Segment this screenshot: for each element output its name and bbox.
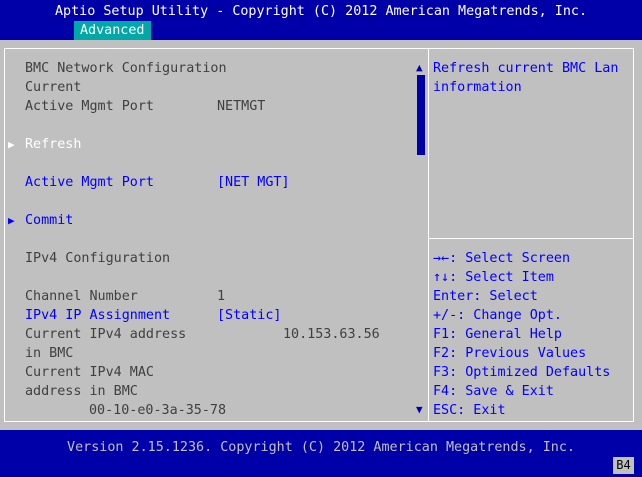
triangle-up-icon[interactable]: ▲ <box>416 62 423 73</box>
key-help-select-screen: →←: Select Screen <box>433 251 571 266</box>
active-port-label: Active Mgmt Port <box>25 99 154 114</box>
channel-label: Channel Number <box>25 289 138 304</box>
key-help-enter: Enter: Select <box>433 289 538 304</box>
triangle-right-icon: ▶ <box>8 138 15 151</box>
refresh-item[interactable]: Refresh <box>25 135 81 154</box>
ipv4-address-label-cont: in BMC <box>25 346 74 361</box>
key-help-change-opt: +/-: Change Opt. <box>433 308 562 323</box>
active-port-option-label[interactable]: Active Mgmt Port <box>25 173 154 192</box>
ipv4-heading: IPv4 Configuration <box>25 251 171 266</box>
mac-label: Current IPv4 MAC <box>25 365 154 380</box>
ipv4-address-label: Current IPv4 address <box>25 327 187 342</box>
key-help-select-item: ↑↓: Select Item <box>433 270 554 285</box>
ip-assignment-value[interactable]: [Static] <box>217 306 282 325</box>
version-footer: Version 2.15.1236. Copyright (C) 2012 Am… <box>67 440 575 455</box>
help-text-cont: information <box>433 80 522 95</box>
key-help-f2: F2: Previous Values <box>433 346 587 361</box>
post-code-badge: B4 <box>613 457 634 474</box>
tab-advanced[interactable]: Advanced <box>74 21 151 40</box>
active-port-option-value[interactable]: [NET MGT] <box>217 173 290 192</box>
ipv4-address-value: 10.153.63.56 <box>283 327 380 342</box>
window-title: Aptio Setup Utility - Copyright (C) 2012… <box>54 4 588 19</box>
triangle-right-icon: ▶ <box>8 214 15 227</box>
key-help-f4: F4: Save & Exit <box>433 384 554 399</box>
help-column-divider <box>428 48 429 422</box>
key-help-esc: ESC: Exit <box>433 403 506 418</box>
help-keys-divider <box>429 238 633 239</box>
commit-item[interactable]: Commit <box>25 211 73 230</box>
mac-value: 00-10-e0-3a-35-78 <box>89 403 227 418</box>
help-text: Refresh current BMC Lan <box>433 61 619 76</box>
triangle-down-icon[interactable]: ▼ <box>416 404 423 415</box>
scrollbar-thumb[interactable] <box>417 75 425 155</box>
key-help-f3: F3: Optimized Defaults <box>433 365 611 380</box>
active-port-value: NETMGT <box>217 99 266 114</box>
current-label: Current <box>25 80 82 95</box>
channel-value: 1 <box>217 289 226 304</box>
key-help-f1: F1: General Help <box>433 327 562 342</box>
ip-assignment-label[interactable]: IPv4 IP Assignment <box>25 306 170 325</box>
section-title: BMC Network Configuration <box>25 61 227 76</box>
mac-label-cont: address in BMC <box>25 384 138 399</box>
